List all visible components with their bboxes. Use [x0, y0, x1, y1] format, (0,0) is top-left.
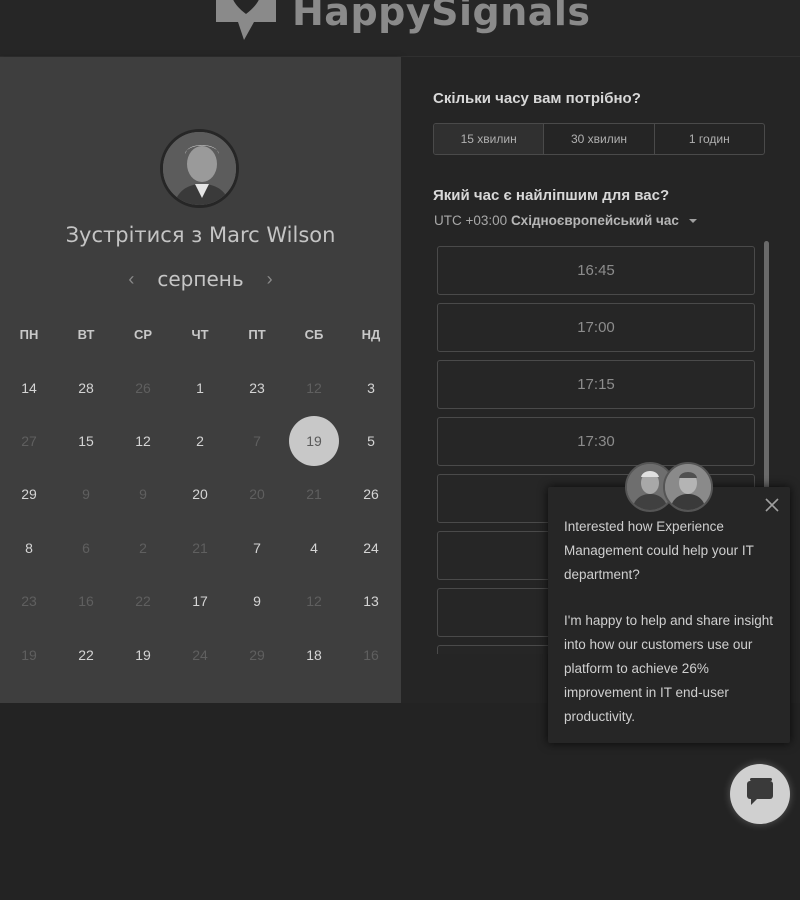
- weekday-label: ВТ: [77, 327, 95, 342]
- month-navigation: ‹ серпень ›: [0, 267, 401, 291]
- calendar-day-cell[interactable]: 14: [4, 363, 54, 413]
- calendar-day-cell: 26: [135, 380, 151, 396]
- duration-option-60[interactable]: 1 годин: [653, 124, 764, 154]
- calendar-day-cell[interactable]: 13: [346, 576, 396, 626]
- chat-message: Interested how Experience Management cou…: [564, 519, 754, 582]
- host-avatar: [160, 129, 239, 208]
- time-question: Який час є найліпшим для вас?: [433, 187, 670, 204]
- weekday-label: ПТ: [248, 327, 266, 342]
- weekday-label: СБ: [304, 327, 324, 342]
- calendar-day-cell[interactable]: 18: [289, 630, 339, 680]
- calendar-day-cell[interactable]: 29: [4, 469, 54, 519]
- caret-down-icon: [688, 219, 697, 224]
- happysignals-logo[interactable]: HappySignals: [208, 0, 591, 42]
- meeting-title: Зустрітися з Marc Wilson: [65, 223, 336, 247]
- calendar-day-cell[interactable]: 3: [346, 363, 396, 413]
- calendar-day-cell: 21: [192, 540, 208, 556]
- calendar-day-cell: 16: [78, 593, 94, 609]
- calendar-day-cell: 24: [192, 647, 208, 663]
- time-slot[interactable]: 17:30: [437, 417, 755, 466]
- calendar-day-cell: 12: [306, 380, 322, 396]
- calendar-day-cell: 2: [139, 540, 147, 556]
- calendar-day-cell[interactable]: 12: [118, 416, 168, 466]
- calendar-day-cell[interactable]: 15: [61, 416, 111, 466]
- calendar-day-cell: 19: [21, 647, 37, 663]
- calendar-day-cell: 16: [363, 647, 379, 663]
- duration-question: Скільки часу вам потрібно?: [433, 90, 641, 107]
- calendar-day-cell: 27: [21, 433, 37, 449]
- chevron-right-icon[interactable]: ›: [262, 269, 278, 290]
- selected-day-cell[interactable]: 19: [289, 416, 339, 466]
- calendar-day-cell: 22: [135, 593, 151, 609]
- weekday-label: НД: [361, 327, 381, 342]
- calendar-day-cell[interactable]: 28: [61, 363, 111, 413]
- calendar-day-cell: 9: [82, 486, 90, 502]
- calendar-day-cell[interactable]: 4: [289, 523, 339, 573]
- calendar-day-cell: 6: [82, 540, 90, 556]
- calendar-day-cell: 21: [306, 486, 322, 502]
- weekday-label: СР: [133, 327, 153, 342]
- site-header: HappySignals: [0, 0, 800, 57]
- time-slot[interactable]: 16:45: [437, 246, 755, 295]
- calendar-day-grid: 14 28 26 1 23 12 3 27 15 12 2 7 19 5 29 9 9 20 20 21 26 8 6 2 21…: [0, 361, 401, 691]
- calendar-day-cell[interactable]: 23: [232, 363, 282, 413]
- calendar-day-cell[interactable]: 20: [175, 469, 225, 519]
- calendar-day-cell[interactable]: 19: [118, 630, 168, 680]
- chat-popup: Interested how Experience Management cou…: [548, 487, 790, 743]
- chat-launcher-button[interactable]: [730, 764, 790, 824]
- calendar-day-cell[interactable]: 17: [175, 576, 225, 626]
- timezone-offset: UTC +03:00: [434, 213, 508, 228]
- calendar-day-cell[interactable]: 22: [61, 630, 111, 680]
- chevron-left-icon[interactable]: ‹: [123, 269, 139, 290]
- calendar-day-cell: 9: [139, 486, 147, 502]
- weekday-label: ПН: [19, 327, 39, 342]
- time-slot[interactable]: 17:15: [437, 360, 755, 409]
- timezone-dropdown[interactable]: UTC +03:00 Східноєвропейський час: [434, 213, 697, 228]
- logo-text: HappySignals: [292, 0, 591, 34]
- calendar-day-cell[interactable]: 8: [4, 523, 54, 573]
- calendar-day-cell[interactable]: 26: [346, 469, 396, 519]
- calendar-day-cell: 23: [21, 593, 37, 609]
- calendar-day-cell: 7: [253, 433, 261, 449]
- calendar-day-cell[interactable]: 2: [175, 416, 225, 466]
- duration-selector: 15 хвилин 30 хвилин 1 годин: [433, 123, 765, 155]
- calendar-day-cell[interactable]: 5: [346, 416, 396, 466]
- calendar-day-cell[interactable]: 9: [232, 576, 282, 626]
- close-icon[interactable]: [764, 497, 780, 513]
- speech-heart-icon: [208, 0, 284, 42]
- calendar-day-cell[interactable]: 7: [232, 523, 282, 573]
- duration-option-15[interactable]: 15 хвилин: [434, 124, 544, 154]
- chat-message: I'm happy to help and share insight into…: [564, 613, 773, 724]
- calendar-day-cell[interactable]: 24: [346, 523, 396, 573]
- weekday-label: ЧТ: [191, 327, 209, 342]
- agent-avatar: [663, 462, 713, 512]
- calendar-panel: Зустрітися з Marc Wilson ‹ серпень › ПН …: [0, 57, 401, 703]
- timezone-name: Східноєвропейський час: [510, 213, 679, 228]
- calendar-day-cell: 29: [249, 647, 265, 663]
- calendar-day-cell: 12: [306, 593, 322, 609]
- chat-bubble-icon: [745, 777, 775, 811]
- calendar-day-cell: 20: [249, 486, 265, 502]
- time-slot[interactable]: 17:00: [437, 303, 755, 352]
- calendar-day-cell[interactable]: 1: [175, 363, 225, 413]
- chat-agent-avatars: [625, 462, 715, 514]
- month-label: серпень: [157, 267, 244, 291]
- duration-option-30[interactable]: 30 хвилин: [543, 124, 653, 154]
